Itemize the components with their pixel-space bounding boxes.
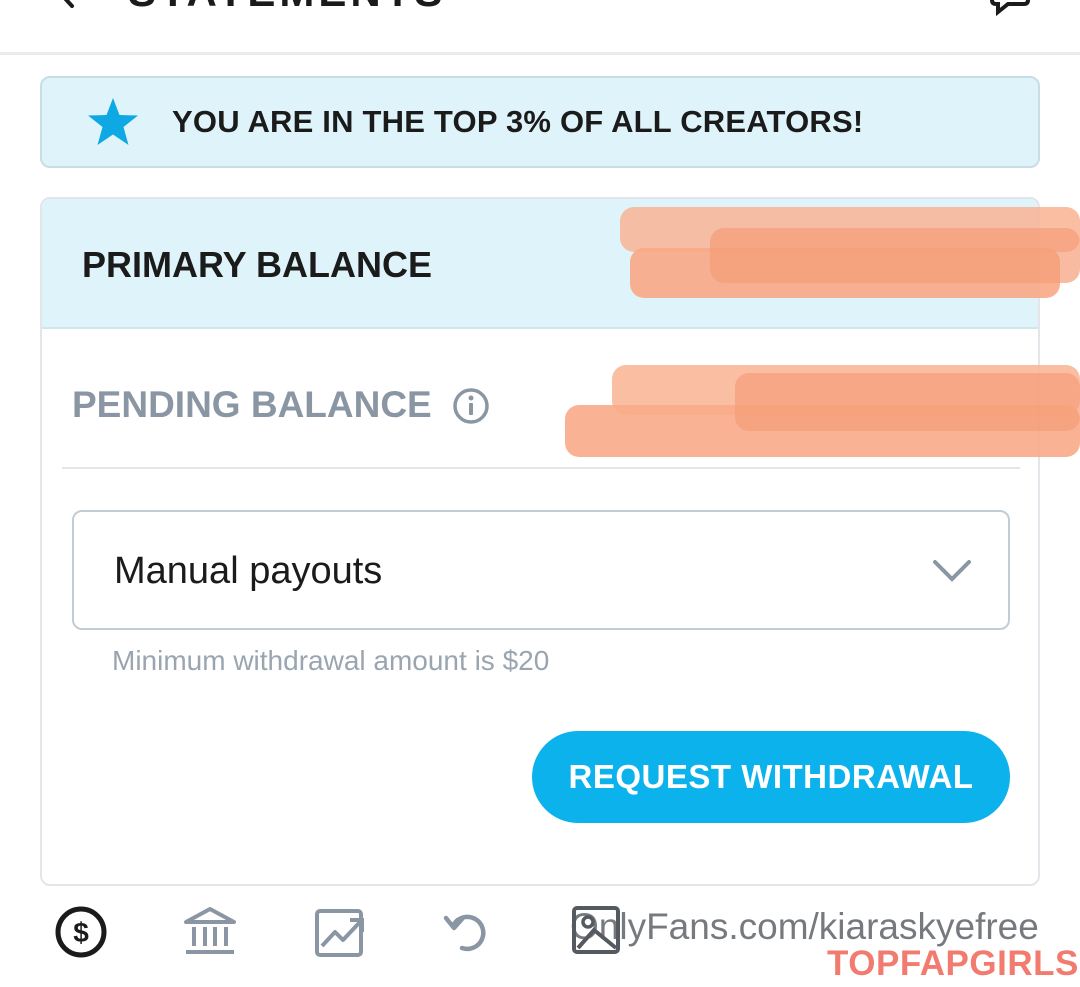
info-icon[interactable] — [452, 387, 490, 425]
refresh-icon[interactable] — [440, 904, 496, 960]
statements-page: STATEMENTS YOU ARE IN THE TOP 3% OF ALL … — [0, 0, 1080, 987]
watermark-url: OnlyFans.com/kiaraskyefree — [570, 906, 1039, 947]
chat-icon[interactable] — [990, 0, 1030, 16]
pending-balance-label: PENDING BALANCE — [72, 384, 432, 425]
arrow-left-icon[interactable] — [52, 0, 82, 8]
dollar-circle-icon[interactable]: $ — [53, 904, 109, 960]
top-header: STATEMENTS — [0, 0, 1080, 55]
payout-method-select[interactable]: Manual payouts — [72, 510, 1010, 630]
page-title: STATEMENTS — [128, 0, 446, 16]
minimum-withdrawal-hint: Minimum withdrawal amount is $20 — [112, 645, 550, 676]
banner-text: YOU ARE IN THE TOP 3% OF ALL CREATORS! — [172, 104, 864, 139]
redaction-mark — [710, 228, 1080, 283]
chart-icon[interactable] — [312, 904, 368, 960]
star-icon — [88, 98, 138, 145]
redaction-mark — [735, 373, 1080, 431]
payout-method-value: Manual payouts — [114, 550, 383, 592]
chevron-down-icon — [933, 560, 971, 582]
watermark-brand: TOPFAPGIRLS — [827, 944, 1079, 983]
divider — [62, 467, 1020, 469]
request-withdrawal-button[interactable]: REQUEST WITHDRAWAL — [532, 731, 1010, 823]
bank-icon[interactable] — [182, 904, 238, 960]
primary-balance-label: PRIMARY BALANCE — [82, 244, 433, 285]
top-creators-banner: YOU ARE IN THE TOP 3% OF ALL CREATORS! — [40, 76, 1040, 168]
balance-card: PRIMARY BALANCE PENDING BALANCE Manual p… — [40, 197, 1040, 886]
svg-text:$: $ — [73, 917, 89, 948]
